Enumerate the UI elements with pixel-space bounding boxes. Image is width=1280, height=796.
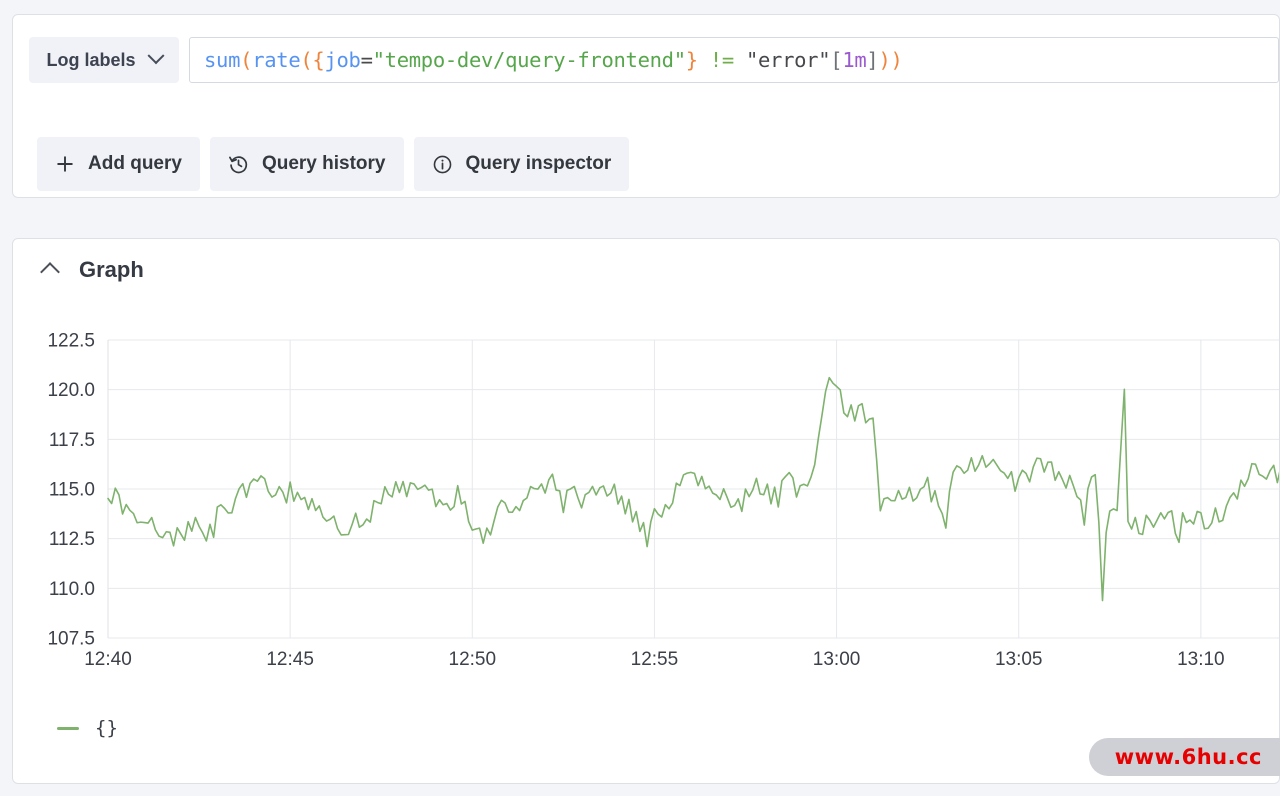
token-duration: 1m [842,48,867,72]
token-open-paren-2: ( [300,48,313,72]
log-labels-button[interactable]: Log labels [29,37,179,83]
plus-icon [57,156,73,172]
y-axis-tick-label: 107.5 [47,629,95,650]
token-label-value: "tempo-dev/query-frontend" [372,48,686,72]
history-clock-icon [229,155,248,173]
token-error-string: "error" [745,48,831,72]
graph-chart[interactable]: 122.5 120.0 117.5 115.0 112.5 110.0 107.5 12:40… [13,327,1279,687]
query-actions: Add query Query history Query inspector [37,137,630,191]
add-query-label: Add query [88,153,182,174]
x-axis-tick-label: 13:10 [1177,649,1225,670]
query-inspector-button[interactable]: Query inspector [413,137,630,191]
y-axis-tick-label: 115.0 [49,480,95,501]
token-label-job: job [324,48,361,72]
token-open-paren-1: ( [240,48,253,72]
x-axis-tick-label: 12:40 [84,649,132,670]
x-axis-tick-label: 13:05 [995,649,1043,670]
y-axis-tick-label: 112.5 [49,529,95,550]
info-circle-icon [433,155,451,173]
log-labels-label: Log labels [46,49,136,70]
query-expression: sum(rate({job="tempo-dev/query-frontend"… [204,48,903,72]
query-inspector-label: Query inspector [465,153,612,174]
token-rate: rate [252,48,301,72]
explore-page: Log labels sum(rate({job="tempo-dev/quer… [0,0,1280,796]
add-query-button[interactable]: Add query [37,137,200,191]
chevron-up-icon[interactable] [40,262,60,282]
token-close-parens: )) [878,48,903,72]
token-brace-open: { [312,48,325,72]
token-equals: = [360,48,373,72]
x-axis-tick-label: 12:50 [449,649,497,670]
graph-panel-header[interactable]: Graph [40,257,144,283]
x-axis-tick-label: 13:00 [813,649,861,670]
token-not-equals: != [709,48,734,72]
x-axis-tick-label: 12:55 [631,649,679,670]
chevron-down-icon [147,47,164,65]
token-bracket-open: [ [830,48,843,72]
token-brace-close: } [685,48,698,72]
query-input[interactable]: sum(rate({job="tempo-dev/query-frontend"… [189,37,1279,83]
y-axis-tick-label: 120.0 [47,380,95,401]
query-history-label: Query history [261,153,386,174]
time-series-plot: 122.5 120.0 117.5 115.0 112.5 110.0 107.512:40… [47,331,1279,670]
y-axis-tick-label: 122.5 [47,331,95,352]
query-history-button[interactable]: Query history [209,137,404,191]
legend-series-label: {} [95,717,118,739]
query-row: Log labels sum(rate({job="tempo-dev/quer… [29,37,1279,83]
query-editor-panel: Log labels sum(rate({job="tempo-dev/quer… [12,14,1280,198]
x-axis-tick-label: 12:45 [266,649,314,670]
token-sum: sum [204,48,241,72]
graph-panel: Graph 122.5 120.0 117.5 115.0 112.5 110.0 107.… [12,238,1280,784]
y-axis-tick-label: 110.0 [49,579,95,600]
token-bracket-close: ] [866,48,879,72]
y-axis-tick-label: 117.5 [49,430,95,451]
legend-color-swatch [57,726,79,730]
graph-panel-title: Graph [79,257,144,282]
graph-legend[interactable]: {} [57,717,118,739]
